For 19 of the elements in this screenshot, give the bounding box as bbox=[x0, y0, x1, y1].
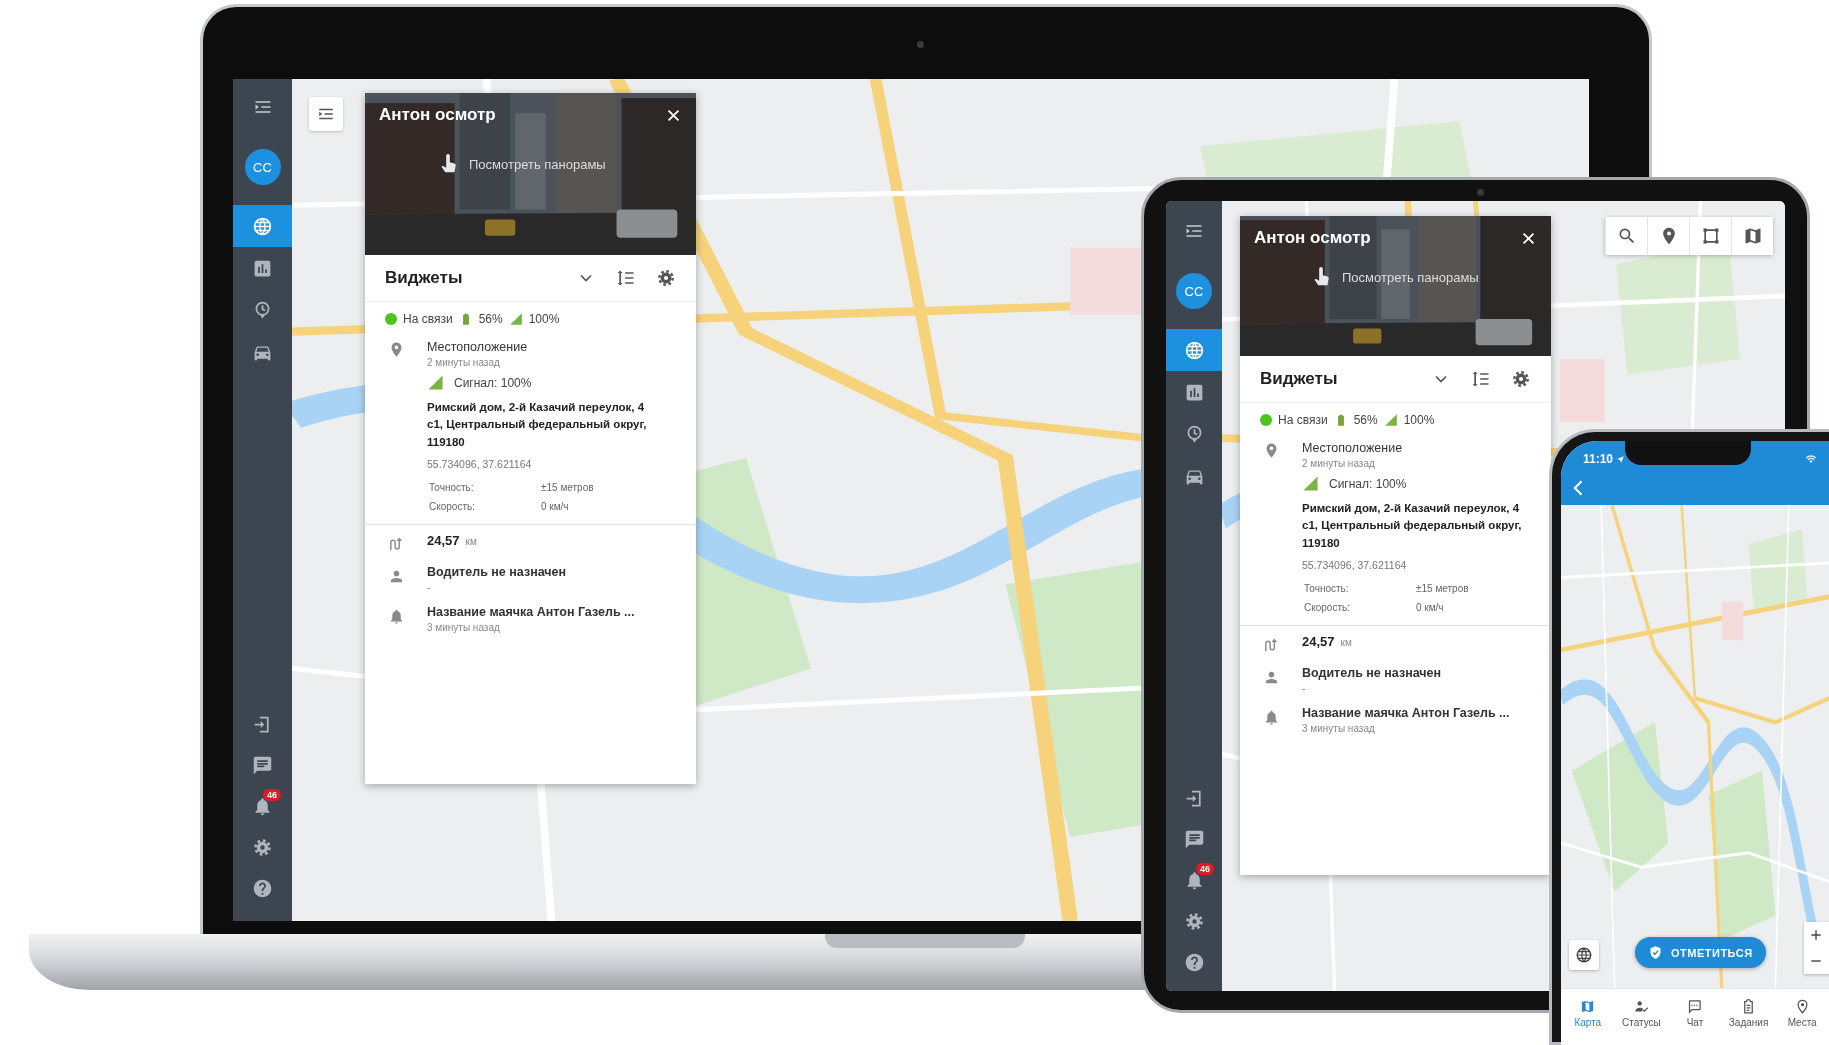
tab[interactable]: Статусы bbox=[1614, 989, 1669, 1037]
notification-badge: 46 bbox=[263, 789, 281, 801]
camera-dot bbox=[917, 41, 924, 48]
chat-icon[interactable] bbox=[252, 755, 273, 776]
tab[interactable]: Места bbox=[1775, 989, 1829, 1037]
location-pin-icon bbox=[1794, 998, 1810, 1014]
tab[interactable]: Карта bbox=[1561, 989, 1615, 1037]
tab[interactable]: Задания bbox=[1721, 989, 1776, 1037]
settings-icon[interactable] bbox=[252, 837, 273, 858]
help-icon[interactable] bbox=[1183, 952, 1205, 973]
chat-icon bbox=[1687, 998, 1703, 1014]
sidebar-item[interactable] bbox=[233, 205, 292, 247]
tab[interactable]: Чат bbox=[1668, 989, 1722, 1037]
help-icon[interactable] bbox=[252, 878, 273, 899]
globe-icon bbox=[252, 215, 273, 237]
plus-icon[interactable] bbox=[1809, 928, 1823, 942]
map-icon bbox=[1580, 998, 1596, 1014]
person-check-icon bbox=[1633, 998, 1649, 1014]
wifi-icon bbox=[1805, 453, 1817, 465]
